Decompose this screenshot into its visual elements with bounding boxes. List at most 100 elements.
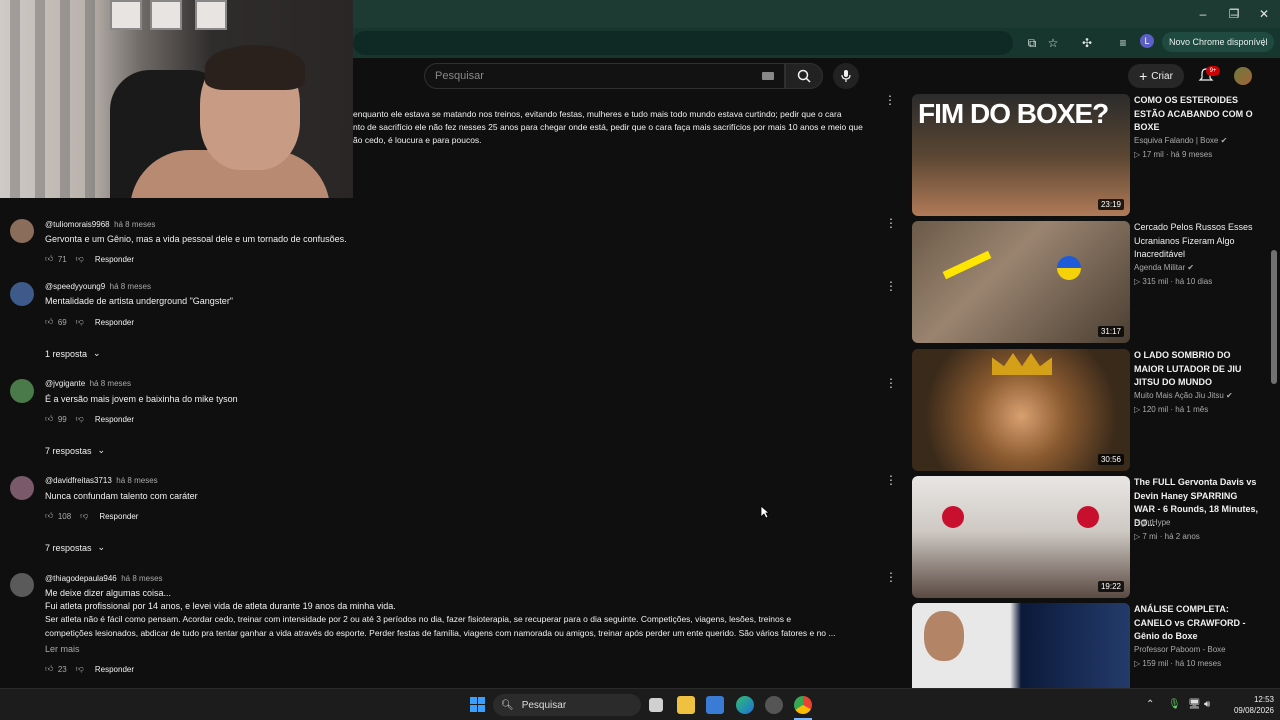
video-channel[interactable]: Esquiva Falando | Boxe ✔ (1134, 136, 1227, 145)
bookmark-star-icon[interactable]: ☆ (1045, 35, 1061, 51)
channel-name[interactable]: Muito Mais Ação Jiu Jitsu (1134, 391, 1224, 400)
dislike-icon[interactable]: 👎︎ (76, 414, 84, 424)
reply-button[interactable]: Responder (95, 255, 134, 264)
commenter-avatar[interactable] (10, 379, 34, 403)
comment-menu-icon[interactable]: ⋮ (884, 93, 896, 107)
video-thumbnail[interactable] (912, 603, 1130, 688)
address-bar[interactable] (353, 31, 1013, 55)
user-avatar[interactable] (1234, 67, 1252, 85)
video-channel[interactable]: Agenda Militar ✔ (1134, 263, 1194, 272)
video-age: há 10 dias (1175, 277, 1213, 286)
media-control-icon[interactable]: ≡ (1115, 35, 1131, 51)
restore-icon[interactable]: ❐ (1226, 6, 1242, 22)
dislike-icon[interactable]: 👎︎ (76, 317, 84, 327)
minimize-icon[interactable]: – (1195, 6, 1211, 22)
video-title[interactable]: ANÁLISE COMPLETA: CANELO vs CRAWFORD - G… (1134, 603, 1259, 644)
system-clock[interactable]: 12:53 09/08/2026 (1222, 694, 1274, 716)
like-icon[interactable]: 👍︎ (45, 664, 53, 674)
video-title[interactable]: COMO OS ESTEROIDES ESTÃO ACABANDO COM O … (1134, 94, 1259, 135)
create-button[interactable]: + Criar (1128, 64, 1184, 88)
commenter-avatar[interactable] (10, 476, 34, 500)
steam-icon[interactable] (765, 696, 783, 714)
related-video[interactable]: FIM DO BOXE? 23:19 COMO OS ESTEROIDES ES… (912, 94, 1253, 216)
like-count: 108 (57, 511, 72, 521)
commenter-avatar[interactable] (10, 219, 34, 243)
volume-icon[interactable]: 🔊︎ (1204, 699, 1210, 710)
related-video[interactable]: 31:17 Cercado Pelos Russos Esses Ucrania… (912, 221, 1253, 343)
search-input[interactable]: Pesquisar (424, 63, 785, 89)
install-app-icon[interactable]: ⧉ (1024, 35, 1040, 51)
comment-time[interactable]: há 8 meses (116, 476, 157, 485)
comment-menu-icon[interactable]: ⋮ (885, 376, 897, 390)
replies-toggle[interactable]: 1 resposta ⌄ (45, 348, 101, 359)
voice-search-button[interactable] (833, 63, 859, 89)
video-thumbnail[interactable]: 31:17 (912, 221, 1130, 343)
task-view-icon[interactable] (649, 698, 663, 712)
like-count: 23 (57, 664, 67, 674)
file-explorer-icon[interactable] (677, 696, 695, 714)
video-thumbnail[interactable]: 30:56 (912, 349, 1130, 471)
comment-author-line: @speedyyoung9 há 8 meses (45, 282, 151, 291)
search-button[interactable] (785, 63, 823, 89)
comment-author[interactable]: @jvgigante (45, 379, 85, 388)
comment-item: @speedyyoung9 há 8 meses Mentalidade de … (10, 279, 900, 332)
channel-name[interactable]: Professor Paboom - Boxe (1134, 645, 1226, 654)
comment-menu-icon[interactable]: ⋮ (885, 570, 897, 584)
close-icon[interactable]: ✕ (1256, 6, 1272, 22)
video-thumbnail[interactable]: FIM DO BOXE? 23:19 (912, 94, 1130, 216)
network-icon[interactable]: 🖥︎ (1188, 699, 1201, 710)
comment-menu-icon[interactable]: ⋮ (885, 473, 897, 487)
related-video[interactable]: 19:22 The FULL Gervonta Davis vs Devin H… (912, 476, 1258, 598)
channel-name[interactable]: Esquiva Falando | Boxe (1134, 136, 1218, 145)
reply-button[interactable]: Responder (95, 318, 134, 327)
dislike-icon[interactable]: 👎︎ (76, 664, 84, 674)
replies-toggle[interactable]: 7 respostas ⌄ (45, 542, 105, 553)
comment-time[interactable]: há 8 meses (90, 379, 131, 388)
extensions-icon[interactable]: ✣ (1079, 35, 1095, 51)
channel-name[interactable]: FightHype (1134, 518, 1170, 527)
reply-button[interactable]: Responder (95, 415, 134, 424)
edge-browser-icon[interactable] (736, 696, 754, 714)
windows-start-icon[interactable] (470, 697, 485, 712)
chevron-up-icon[interactable]: ⌃ (1146, 699, 1154, 710)
video-channel[interactable]: Muito Mais Ação Jiu Jitsu ✔ (1134, 391, 1233, 400)
video-title[interactable]: Cercado Pelos Russos Esses Ucranianos Fi… (1134, 221, 1259, 262)
like-icon[interactable]: 👍︎ (45, 254, 53, 264)
taskbar-search[interactable]: 🔍︎ Pesquisar (493, 694, 641, 716)
commenter-avatar[interactable] (10, 573, 34, 597)
chrome-update-button[interactable]: Novo Chrome disponível ⋮ (1162, 32, 1274, 52)
video-title[interactable]: O LADO SOMBRIO DO MAIOR LUTADOR DE JIU J… (1134, 349, 1259, 390)
keyboard-icon[interactable] (762, 72, 774, 80)
like-icon[interactable]: 👍︎ (45, 511, 53, 521)
microphone-icon[interactable]: 🎙︎ (1168, 699, 1181, 710)
related-video[interactable]: ANÁLISE COMPLETA: CANELO vs CRAWFORD - G… (912, 603, 1252, 688)
like-icon[interactable]: 👍︎ (45, 317, 53, 327)
comment-author[interactable]: @davidfreitas3713 (45, 476, 112, 485)
commenter-avatar[interactable] (10, 282, 34, 306)
comment-time[interactable]: há 8 meses (110, 282, 151, 291)
comment-time[interactable]: há 8 meses (121, 574, 162, 583)
comment-menu-icon[interactable]: ⋮ (885, 279, 897, 293)
reply-button[interactable]: Responder (95, 665, 134, 674)
dislike-icon[interactable]: 👎︎ (80, 511, 88, 521)
page-scrollbar[interactable] (1271, 250, 1277, 384)
play-icon: ▷ (1134, 277, 1141, 286)
replies-toggle[interactable]: 7 respostas ⌄ (45, 445, 105, 456)
chrome-icon[interactable] (794, 696, 812, 714)
video-channel[interactable]: Professor Paboom - Boxe (1134, 645, 1226, 654)
comment-author[interactable]: @thiagodepaula946 (45, 574, 117, 583)
like-icon[interactable]: 👍︎ (45, 414, 53, 424)
comment-time[interactable]: há 8 meses (114, 220, 155, 229)
reply-button[interactable]: Responder (99, 512, 138, 521)
comment-menu-icon[interactable]: ⋮ (885, 216, 897, 230)
related-video[interactable]: 30:56 O LADO SOMBRIO DO MAIOR LUTADOR DE… (912, 349, 1252, 471)
video-thumbnail[interactable]: 19:22 (912, 476, 1130, 598)
comment-author[interactable]: @tuliomorais9968 (45, 220, 110, 229)
video-channel[interactable]: FightHype (1134, 518, 1170, 527)
read-more-link[interactable]: Ler mais (45, 643, 80, 656)
profile-avatar[interactable]: L (1140, 34, 1154, 48)
channel-name[interactable]: Agenda Militar (1134, 263, 1185, 272)
comment-author[interactable]: @speedyyoung9 (45, 282, 105, 291)
microsoft-store-icon[interactable] (706, 696, 724, 714)
dislike-icon[interactable]: 👎︎ (76, 254, 84, 264)
